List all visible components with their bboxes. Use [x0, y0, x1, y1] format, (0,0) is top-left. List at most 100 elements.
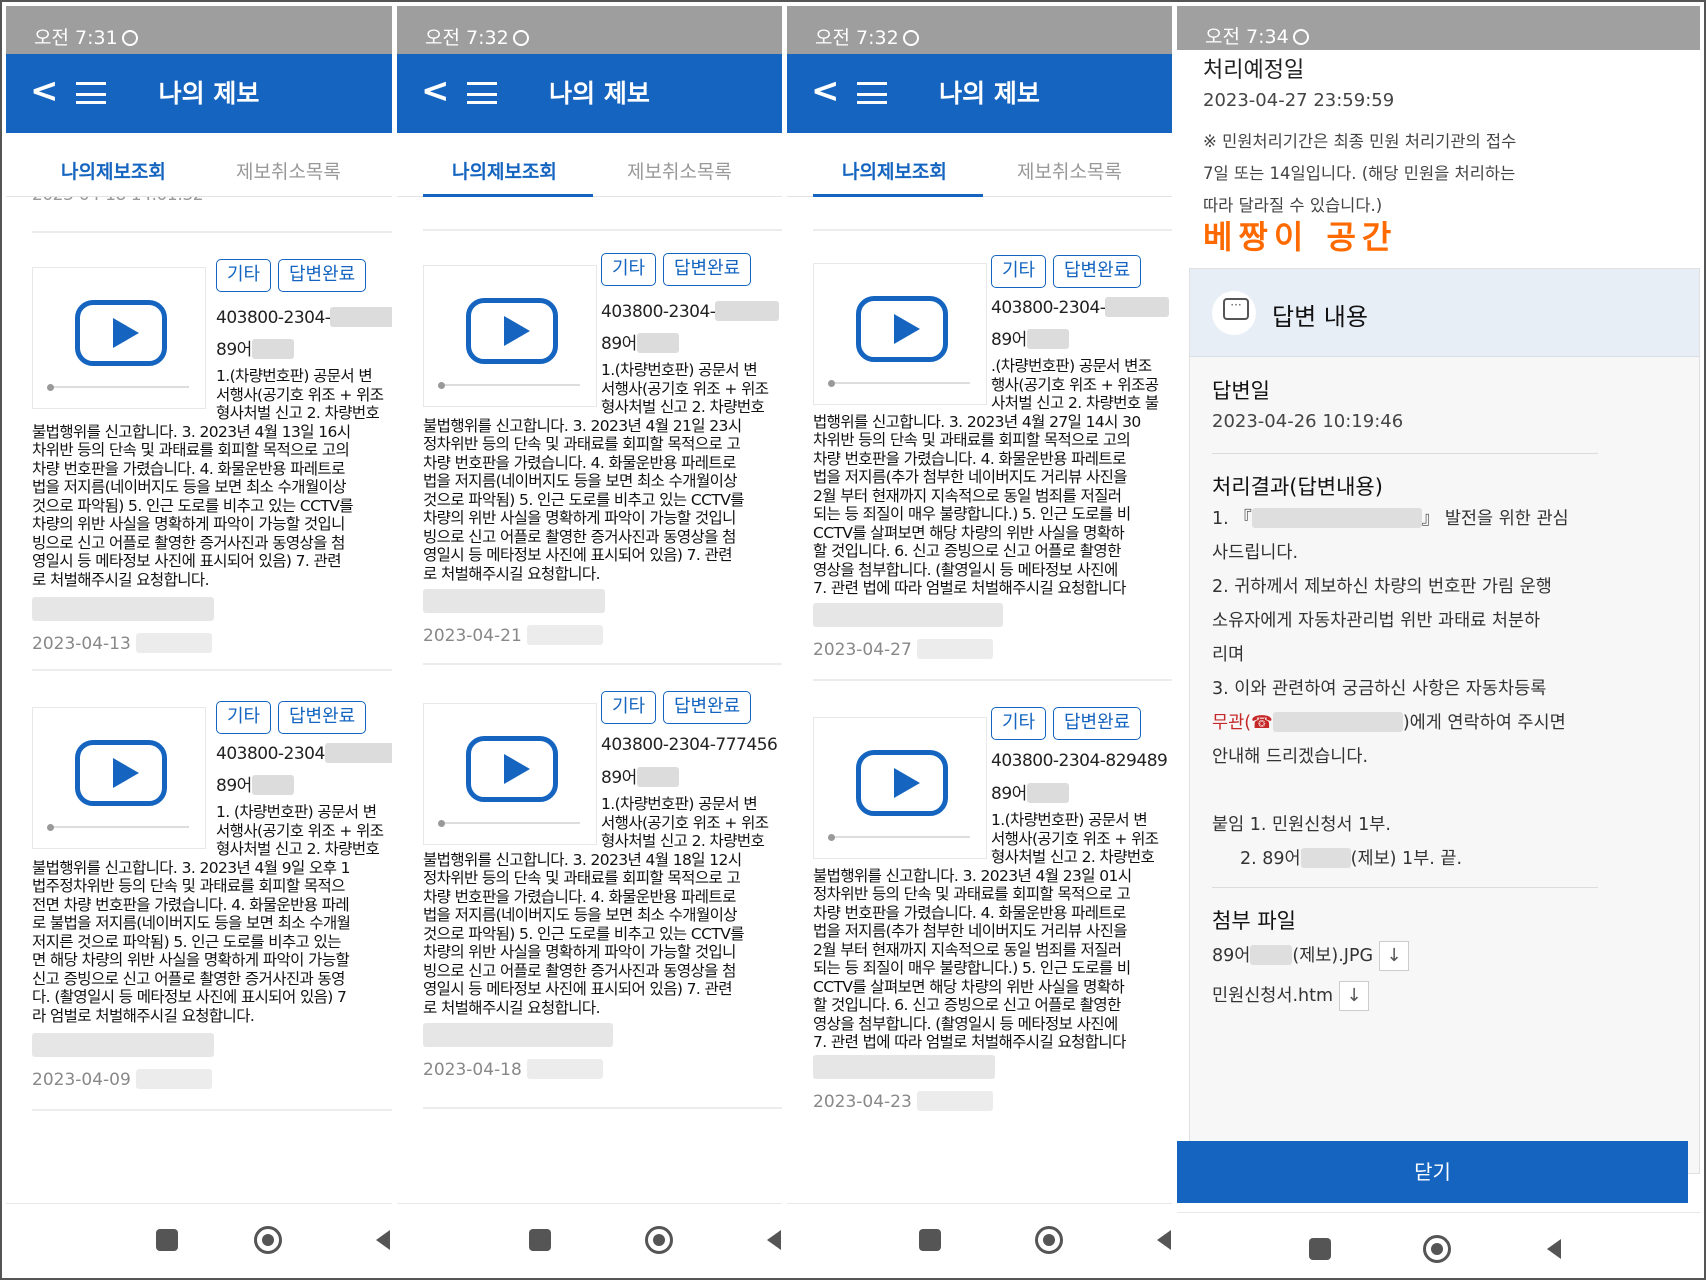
- report-number: 403800-2304-: [216, 307, 392, 328]
- result-line: 소유자에게 자동차관리법 위반 과태료 처분하: [1212, 611, 1541, 631]
- back-icon[interactable]: [1157, 1230, 1171, 1250]
- result-line: 리며: [1212, 645, 1245, 665]
- report-content: 1.(차량번호판) 공문서 변 서행사(공기호 위조 + 위조 형사처벌 신고 …: [32, 367, 384, 589]
- alarm-icon: [121, 30, 138, 46]
- list-divider: [32, 669, 392, 671]
- report-content: .(차량번호판) 공문서 변조 행사(공기호 위조 + 위조공 사처벌 신고 2…: [813, 357, 1159, 597]
- tab-bar: 나의제보조회 제보취소목록 공: [6, 133, 392, 197]
- tab-cancelled-reports[interactable]: 제보취소목록: [236, 157, 341, 184]
- chat-bubble-icon: [1212, 291, 1256, 335]
- list-divider: [813, 229, 1172, 231]
- vehicle-plate: 89어: [991, 779, 1069, 804]
- report-number: 403800-2304: [216, 743, 392, 764]
- list-divider: [32, 1109, 392, 1111]
- page-title: 나의 제보: [939, 79, 1040, 108]
- home-icon[interactable]: [1035, 1226, 1063, 1254]
- handwritten-watermark: 베짱이 공간: [1203, 218, 1398, 256]
- report-date: 2023-04-27: [813, 639, 994, 660]
- back-icon[interactable]: [1547, 1239, 1561, 1259]
- category-badge: 기타: [216, 259, 272, 292]
- system-nav-bar: [6, 1203, 392, 1274]
- status-badge: 답변완료: [1053, 255, 1142, 288]
- report-list: 기타 답변완료 403800-2304- 89어 .(차량번호판) 공문서 변조…: [787, 197, 1172, 1203]
- tab-my-reports[interactable]: 나의제보조회: [452, 157, 557, 184]
- vehicle-plate: 89어: [991, 325, 1069, 350]
- system-nav-bar: [397, 1203, 782, 1274]
- section-divider: [1212, 453, 1598, 454]
- status-badge: 답변완료: [663, 691, 752, 724]
- download-icon[interactable]: ↓: [1339, 981, 1370, 1011]
- recent-apps-icon[interactable]: [156, 1229, 178, 1251]
- status-bar: 오전 7:32: [397, 6, 782, 54]
- play-icon: [75, 740, 167, 806]
- tab-cancelled-reports[interactable]: 제보취소목록: [1017, 157, 1122, 184]
- active-tab-indicator: [813, 194, 983, 197]
- category-badge: 기타: [991, 255, 1047, 288]
- category-badge: 기타: [991, 707, 1047, 740]
- report-number: 403800-2304-777456: [601, 735, 778, 755]
- phone-screen-1: 오전 7:31 < 나의 제보 나의제보조회 제보취소목록 공 2023-04-…: [6, 6, 392, 1274]
- attached-file-1[interactable]: 89어 (제보).JPG ↓: [1212, 941, 1410, 971]
- download-icon[interactable]: ↓: [1379, 941, 1410, 971]
- page-title: 나의 제보: [549, 79, 650, 108]
- home-icon[interactable]: [645, 1226, 673, 1254]
- status-time: 오전 7:32: [425, 27, 509, 49]
- attached-file-2[interactable]: 민원신청서.htm ↓: [1212, 981, 1370, 1011]
- report-date: 2023-04-09: [32, 1069, 213, 1090]
- alarm-icon: [512, 30, 529, 46]
- status-bar: 오전 7:32: [787, 6, 1172, 54]
- result-line: 무관(☎)에게 연락하여 주시면: [1212, 712, 1566, 733]
- tab-my-reports[interactable]: 나의제보조회: [842, 157, 947, 184]
- report-content: 1.(차량번호판) 공문서 변 서행사(공기호 위조 + 위조 형사처벌 신고 …: [423, 795, 769, 1017]
- alarm-icon: [1292, 29, 1309, 45]
- redacted-address: [32, 1033, 214, 1057]
- app-header: < 나의 제보: [397, 54, 782, 133]
- app-header: < 나의 제보: [6, 54, 392, 133]
- status-badge: 답변완료: [663, 253, 752, 286]
- play-icon: [466, 736, 558, 802]
- tab-bar: 나의제보조회 제보취소목록 공: [397, 133, 782, 197]
- result-line: 3. 이와 관련하여 궁금하신 사항은 자동차등록: [1212, 679, 1547, 699]
- back-icon[interactable]: [767, 1230, 781, 1250]
- page-title: 나의 제보: [158, 79, 260, 108]
- close-button[interactable]: 닫기: [1177, 1141, 1688, 1203]
- answer-date-label: 답변일: [1212, 379, 1270, 403]
- attachment-note: 붙임 1. 민원신청서 1부.: [1212, 815, 1391, 835]
- answer-panel: 답변 내용 답변일 2023-04-26 10:19:46 처리결과(답변내용)…: [1189, 268, 1700, 1174]
- play-icon: [856, 750, 948, 816]
- home-icon[interactable]: [254, 1226, 282, 1254]
- redacted-address: [813, 1055, 995, 1079]
- redacted-address: [813, 603, 1003, 627]
- report-content: 1.(차량번호판) 공문서 변 서행사(공기호 위조 + 위조 형사처벌 신고 …: [423, 361, 769, 583]
- answer-header: 답변 내용: [1190, 269, 1699, 357]
- redacted-address: [32, 597, 214, 621]
- redacted-address: [423, 589, 605, 613]
- status-time: 오전 7:31: [34, 27, 118, 49]
- status-badge: 답변완료: [278, 259, 367, 292]
- attachment-note: 2. 89어 (제보) 1부. 끝.: [1240, 848, 1463, 869]
- home-icon[interactable]: [1423, 1235, 1451, 1263]
- alarm-icon: [902, 30, 919, 46]
- play-icon: [856, 296, 948, 362]
- vehicle-plate: 89어: [601, 763, 679, 788]
- redacted-address: [423, 1023, 613, 1047]
- back-icon[interactable]: [376, 1230, 390, 1250]
- recent-apps-icon[interactable]: [919, 1229, 941, 1251]
- recent-apps-icon[interactable]: [529, 1229, 551, 1251]
- report-date: 2023-04-23: [813, 1091, 994, 1112]
- list-divider: [423, 663, 782, 665]
- report-date-partial: 2023-04-18 14:01:32: [32, 197, 204, 205]
- answer-date-value: 2023-04-26 10:19:46: [1212, 411, 1404, 432]
- app-header: < 나의 제보: [787, 54, 1172, 133]
- tab-my-reports[interactable]: 나의제보조회: [61, 157, 166, 184]
- phone-screen-3: 오전 7:32 < 나의 제보 나의제보조회 제보취소목록 공 기타 답변완료 …: [787, 6, 1172, 1274]
- list-divider: [813, 679, 1172, 681]
- tab-cancelled-reports[interactable]: 제보취소목록: [627, 157, 732, 184]
- recent-apps-icon[interactable]: [1309, 1238, 1331, 1260]
- play-icon: [466, 298, 558, 364]
- result-line: 1. 『』 발전을 위한 관심: [1212, 508, 1569, 529]
- report-date: 2023-04-13: [32, 633, 213, 654]
- result-line: 안내해 드리겠습니다.: [1212, 747, 1369, 767]
- files-label: 첨부 파일: [1212, 909, 1296, 933]
- report-content: 1. (차량번호판) 공문서 변 서행사(공기호 위조 + 위조 형사처벌 신고…: [32, 803, 384, 1025]
